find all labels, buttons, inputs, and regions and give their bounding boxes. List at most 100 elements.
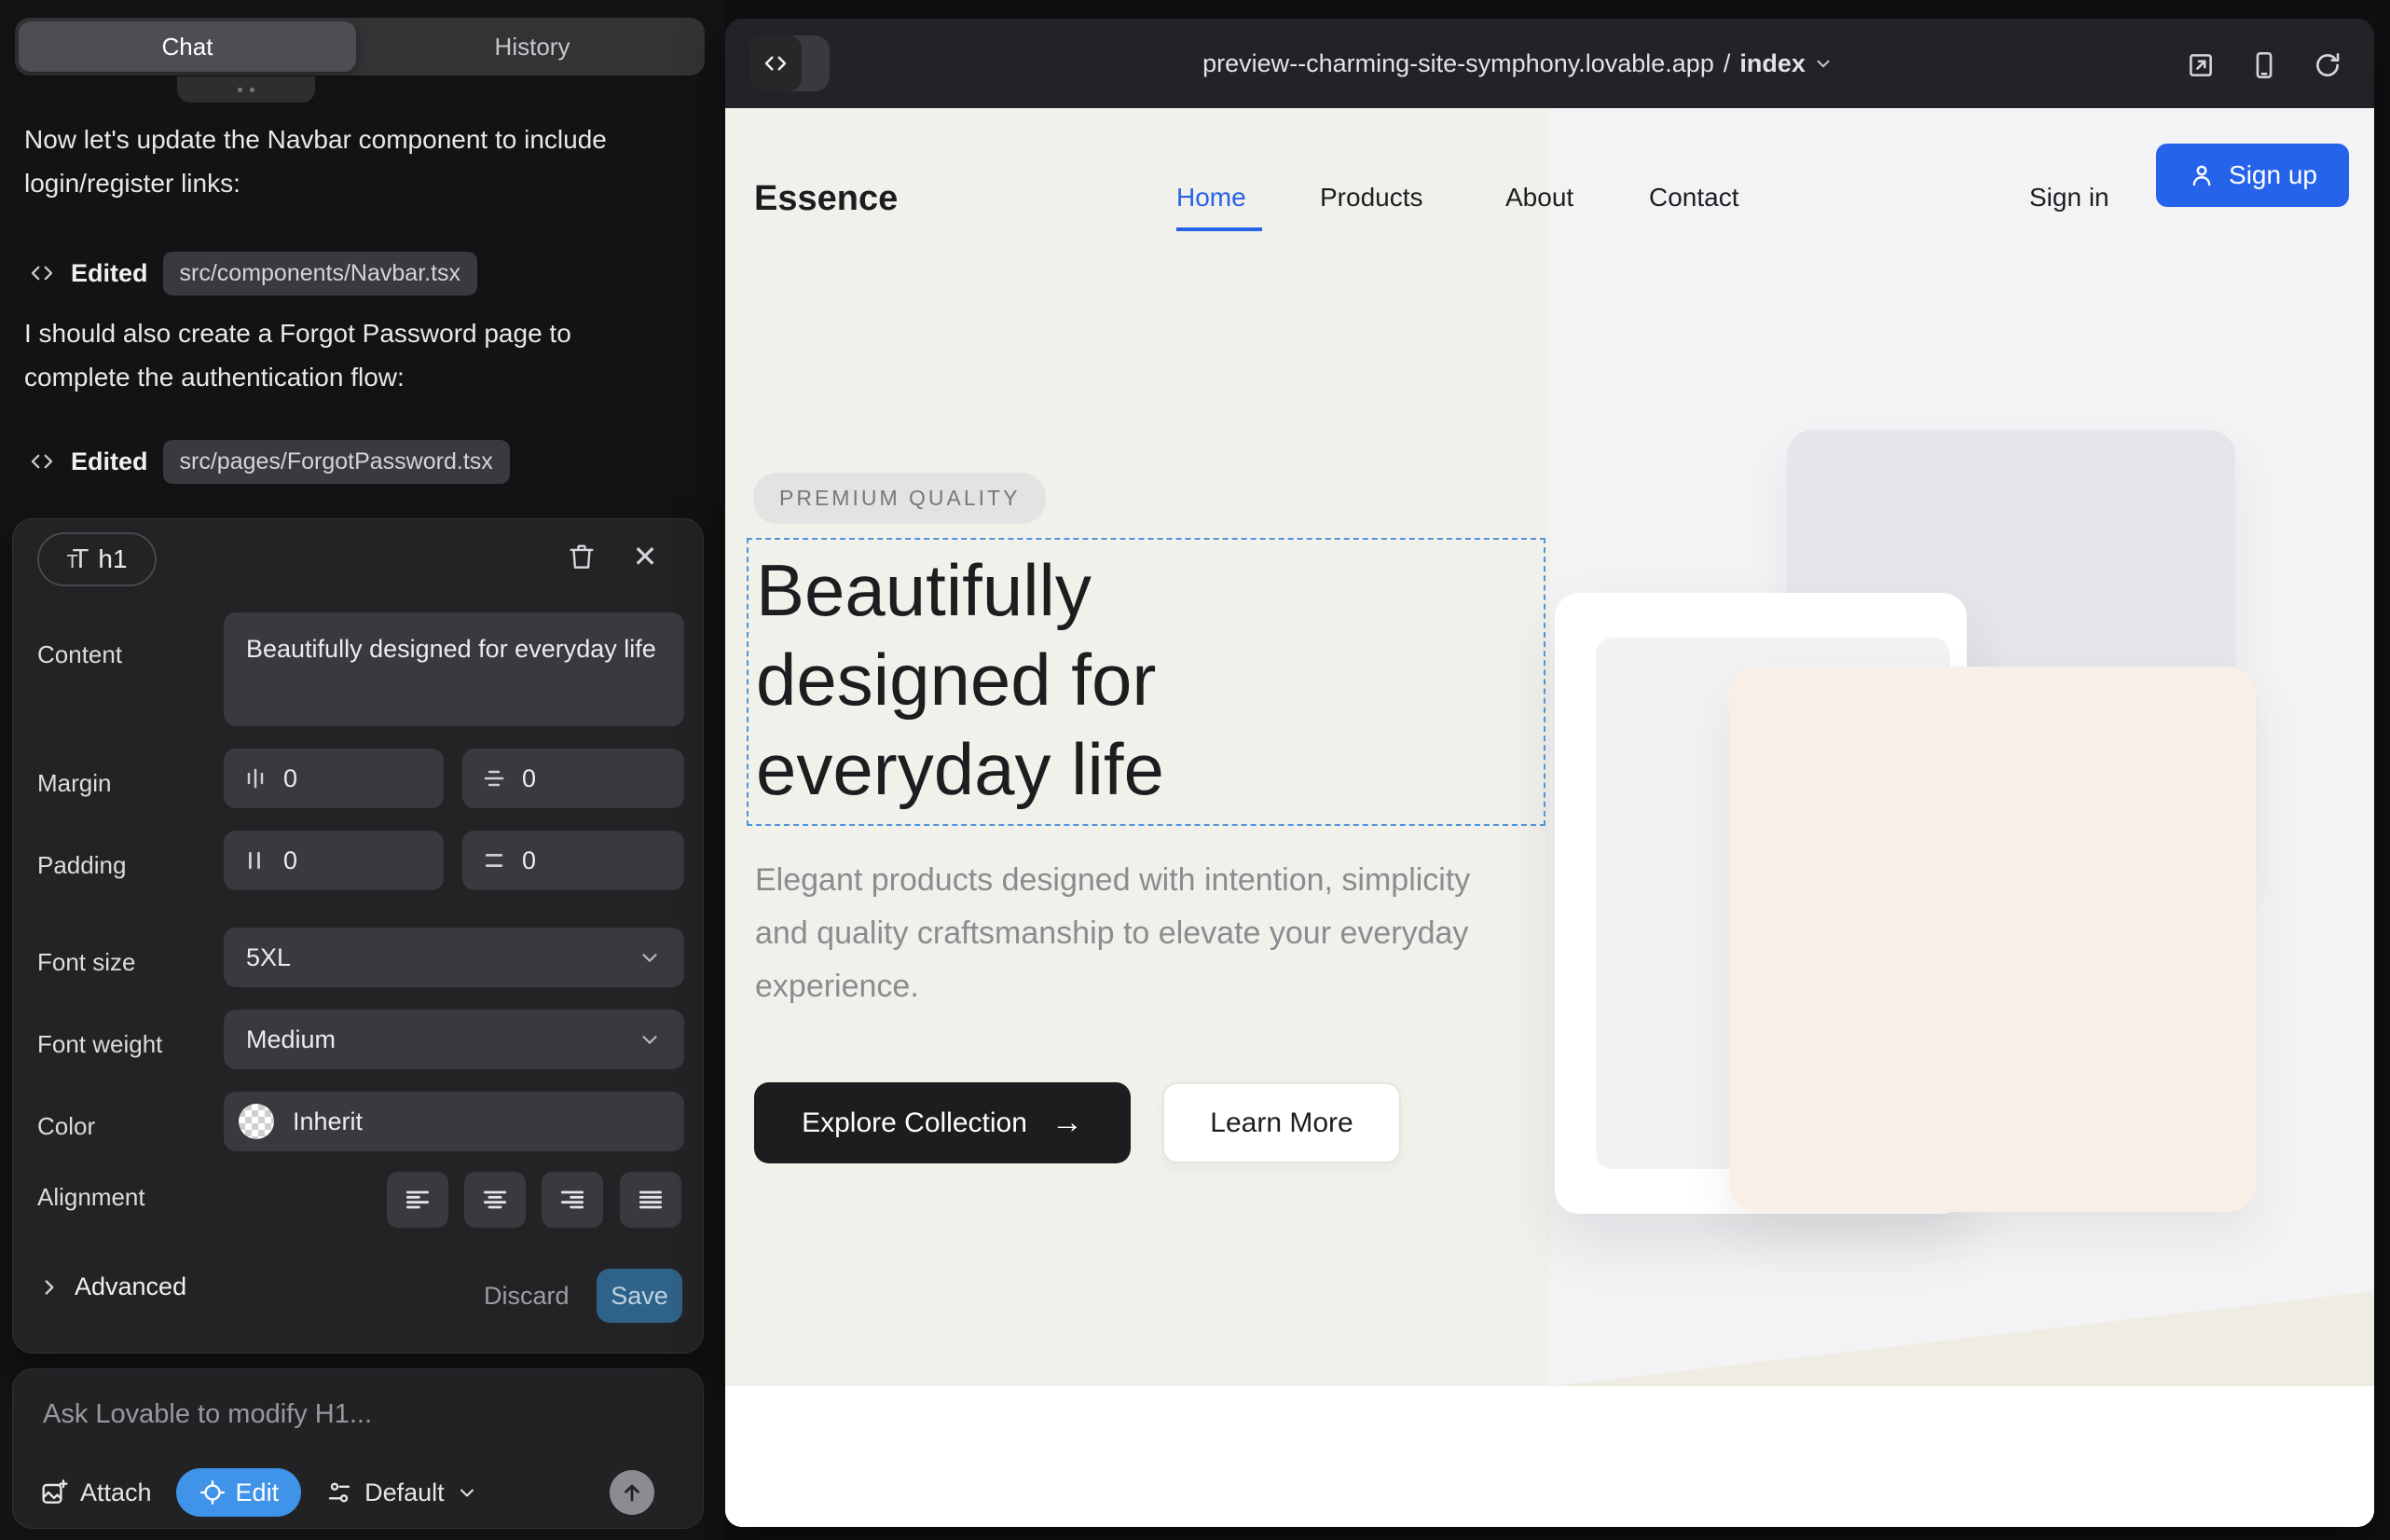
padding-label: Padding: [37, 851, 126, 880]
align-right-button[interactable]: [542, 1172, 603, 1228]
edited-file-row[interactable]: Edited src/components/Navbar.tsx: [28, 250, 477, 296]
sign-in-link[interactable]: Sign in: [2029, 183, 2109, 213]
align-right-icon: [557, 1185, 587, 1215]
page-selector[interactable]: index: [1739, 49, 1834, 78]
send-button[interactable]: [610, 1470, 654, 1515]
preview-browser-window: preview--charming-site-symphony.lovable.…: [725, 19, 2374, 1527]
sign-up-button[interactable]: Sign up: [2156, 144, 2349, 207]
advanced-toggle[interactable]: Advanced: [37, 1272, 186, 1301]
refresh-button[interactable]: [2309, 47, 2346, 84]
content-input[interactable]: Beautifully designed for everyday life: [224, 612, 684, 726]
code-icon: [28, 447, 56, 475]
trash-icon: [566, 541, 598, 572]
align-center-button[interactable]: [464, 1172, 526, 1228]
align-left-button[interactable]: [387, 1172, 448, 1228]
nav-link-products[interactable]: Products: [1320, 183, 1423, 213]
save-button[interactable]: Save: [597, 1269, 682, 1323]
smartphone-icon: [2248, 49, 2280, 81]
align-left-icon: [403, 1185, 433, 1215]
font-size-select[interactable]: 5XL: [224, 928, 684, 987]
chevron-down-icon: [638, 1027, 662, 1052]
user-icon: [2188, 161, 2216, 189]
padding-y-input[interactable]: 0: [462, 831, 684, 890]
alignment-label: Alignment: [37, 1183, 145, 1212]
nav-link-home[interactable]: Home: [1176, 183, 1246, 213]
code-icon: [28, 259, 56, 287]
refresh-icon: [2312, 49, 2343, 81]
margin-label: Margin: [37, 769, 111, 798]
hero-image-placeholder-cream: [1729, 667, 2256, 1212]
padding-x-input[interactable]: 0: [224, 831, 444, 890]
site-logo[interactable]: Essence: [754, 179, 898, 219]
section-below-hero: [725, 1386, 2374, 1527]
sliders-icon: [325, 1478, 353, 1506]
chevron-down-icon: [456, 1481, 478, 1504]
nav-link-contact[interactable]: Contact: [1649, 183, 1739, 213]
open-external-button[interactable]: [2182, 47, 2219, 84]
nav-link-about[interactable]: About: [1505, 183, 1573, 213]
font-size-label: Font size: [37, 948, 136, 977]
explore-collection-button[interactable]: Explore Collection →: [754, 1082, 1131, 1163]
color-label: Color: [37, 1112, 95, 1141]
margin-x-icon: [242, 765, 268, 791]
hero-heading[interactable]: Beautifully designed for everyday life: [749, 540, 1364, 814]
chat-composer[interactable]: Ask Lovable to modify H1... Attach Edit …: [12, 1368, 704, 1529]
edited-file-pill[interactable]: src/pages/ForgotPassword.tsx: [163, 440, 510, 484]
selected-element-tag: TT h1: [37, 532, 157, 586]
hero-badge: PREMIUM QUALITY: [753, 473, 1046, 524]
align-justify-icon: [636, 1185, 666, 1215]
margin-y-icon: [481, 765, 507, 791]
edited-file-row[interactable]: Edited src/pages/ForgotPassword.tsx: [28, 438, 510, 485]
nav-active-underline: [1176, 227, 1262, 231]
browser-actions: [2182, 47, 2346, 84]
font-weight-label: Font weight: [37, 1030, 162, 1059]
chevron-down-icon: [638, 945, 662, 969]
chevron-down-icon: [1813, 53, 1834, 74]
chat-message: I should also create a Forgot Password p…: [24, 311, 647, 399]
edited-label: Edited: [71, 447, 148, 476]
model-selector[interactable]: Default: [325, 1478, 478, 1507]
align-center-icon: [480, 1185, 510, 1215]
scrolled-chip-partial: [177, 76, 315, 103]
attach-button[interactable]: Attach: [39, 1478, 152, 1507]
tag-name: h1: [98, 544, 127, 574]
target-icon: [199, 1478, 227, 1506]
chevron-right-icon: [37, 1275, 62, 1299]
element-editor-panel: TT h1 ✕ Content Beautifully designed for…: [12, 518, 704, 1354]
chat-sidebar: Chat History Now let's update the Navbar…: [0, 0, 725, 1540]
edited-file-pill[interactable]: src/components/Navbar.tsx: [163, 252, 478, 296]
tab-chat[interactable]: Chat: [19, 21, 356, 72]
arrow-up-icon: [619, 1479, 645, 1506]
hero-cta-row: Explore Collection → Learn More: [754, 1082, 1401, 1163]
external-link-icon: [2185, 49, 2217, 81]
sidebar-tabs: Chat History: [15, 18, 705, 76]
url-bar[interactable]: preview--charming-site-symphony.lovable.…: [694, 19, 2342, 108]
composer-input[interactable]: Ask Lovable to modify H1...: [43, 1399, 372, 1430]
close-icon: ✕: [633, 539, 658, 574]
padding-y-icon: [481, 847, 507, 873]
edited-label: Edited: [71, 259, 148, 288]
type-icon: TT: [66, 544, 89, 575]
chat-message: Now let's update the Navbar component to…: [24, 117, 647, 205]
url-separator: /: [1724, 49, 1731, 78]
mobile-view-button[interactable]: [2246, 47, 2283, 84]
discard-button[interactable]: Discard: [484, 1282, 570, 1311]
rendered-page: Essence Home Products About Contact Sign…: [725, 108, 2374, 1527]
composer-toolbar: Attach Edit Default: [39, 1466, 677, 1519]
color-swatch: [239, 1104, 274, 1139]
selected-element-outline[interactable]: Beautifully designed for everyday life: [747, 538, 1545, 826]
margin-y-input[interactable]: 0: [462, 749, 684, 808]
close-panel-button[interactable]: ✕: [625, 536, 666, 577]
attach-image-icon: [39, 1478, 69, 1507]
delete-element-button[interactable]: [561, 536, 602, 577]
tab-history[interactable]: History: [364, 21, 701, 72]
font-weight-select[interactable]: Medium: [224, 1010, 684, 1069]
content-label: Content: [37, 640, 122, 669]
edit-mode-button[interactable]: Edit: [176, 1468, 302, 1517]
learn-more-button[interactable]: Learn More: [1162, 1082, 1401, 1163]
margin-x-input[interactable]: 0: [224, 749, 444, 808]
color-select[interactable]: Inherit: [224, 1092, 684, 1151]
padding-x-icon: [242, 847, 268, 873]
align-justify-button[interactable]: [620, 1172, 681, 1228]
hero-description: Elegant products designed with intention…: [755, 854, 1501, 1013]
